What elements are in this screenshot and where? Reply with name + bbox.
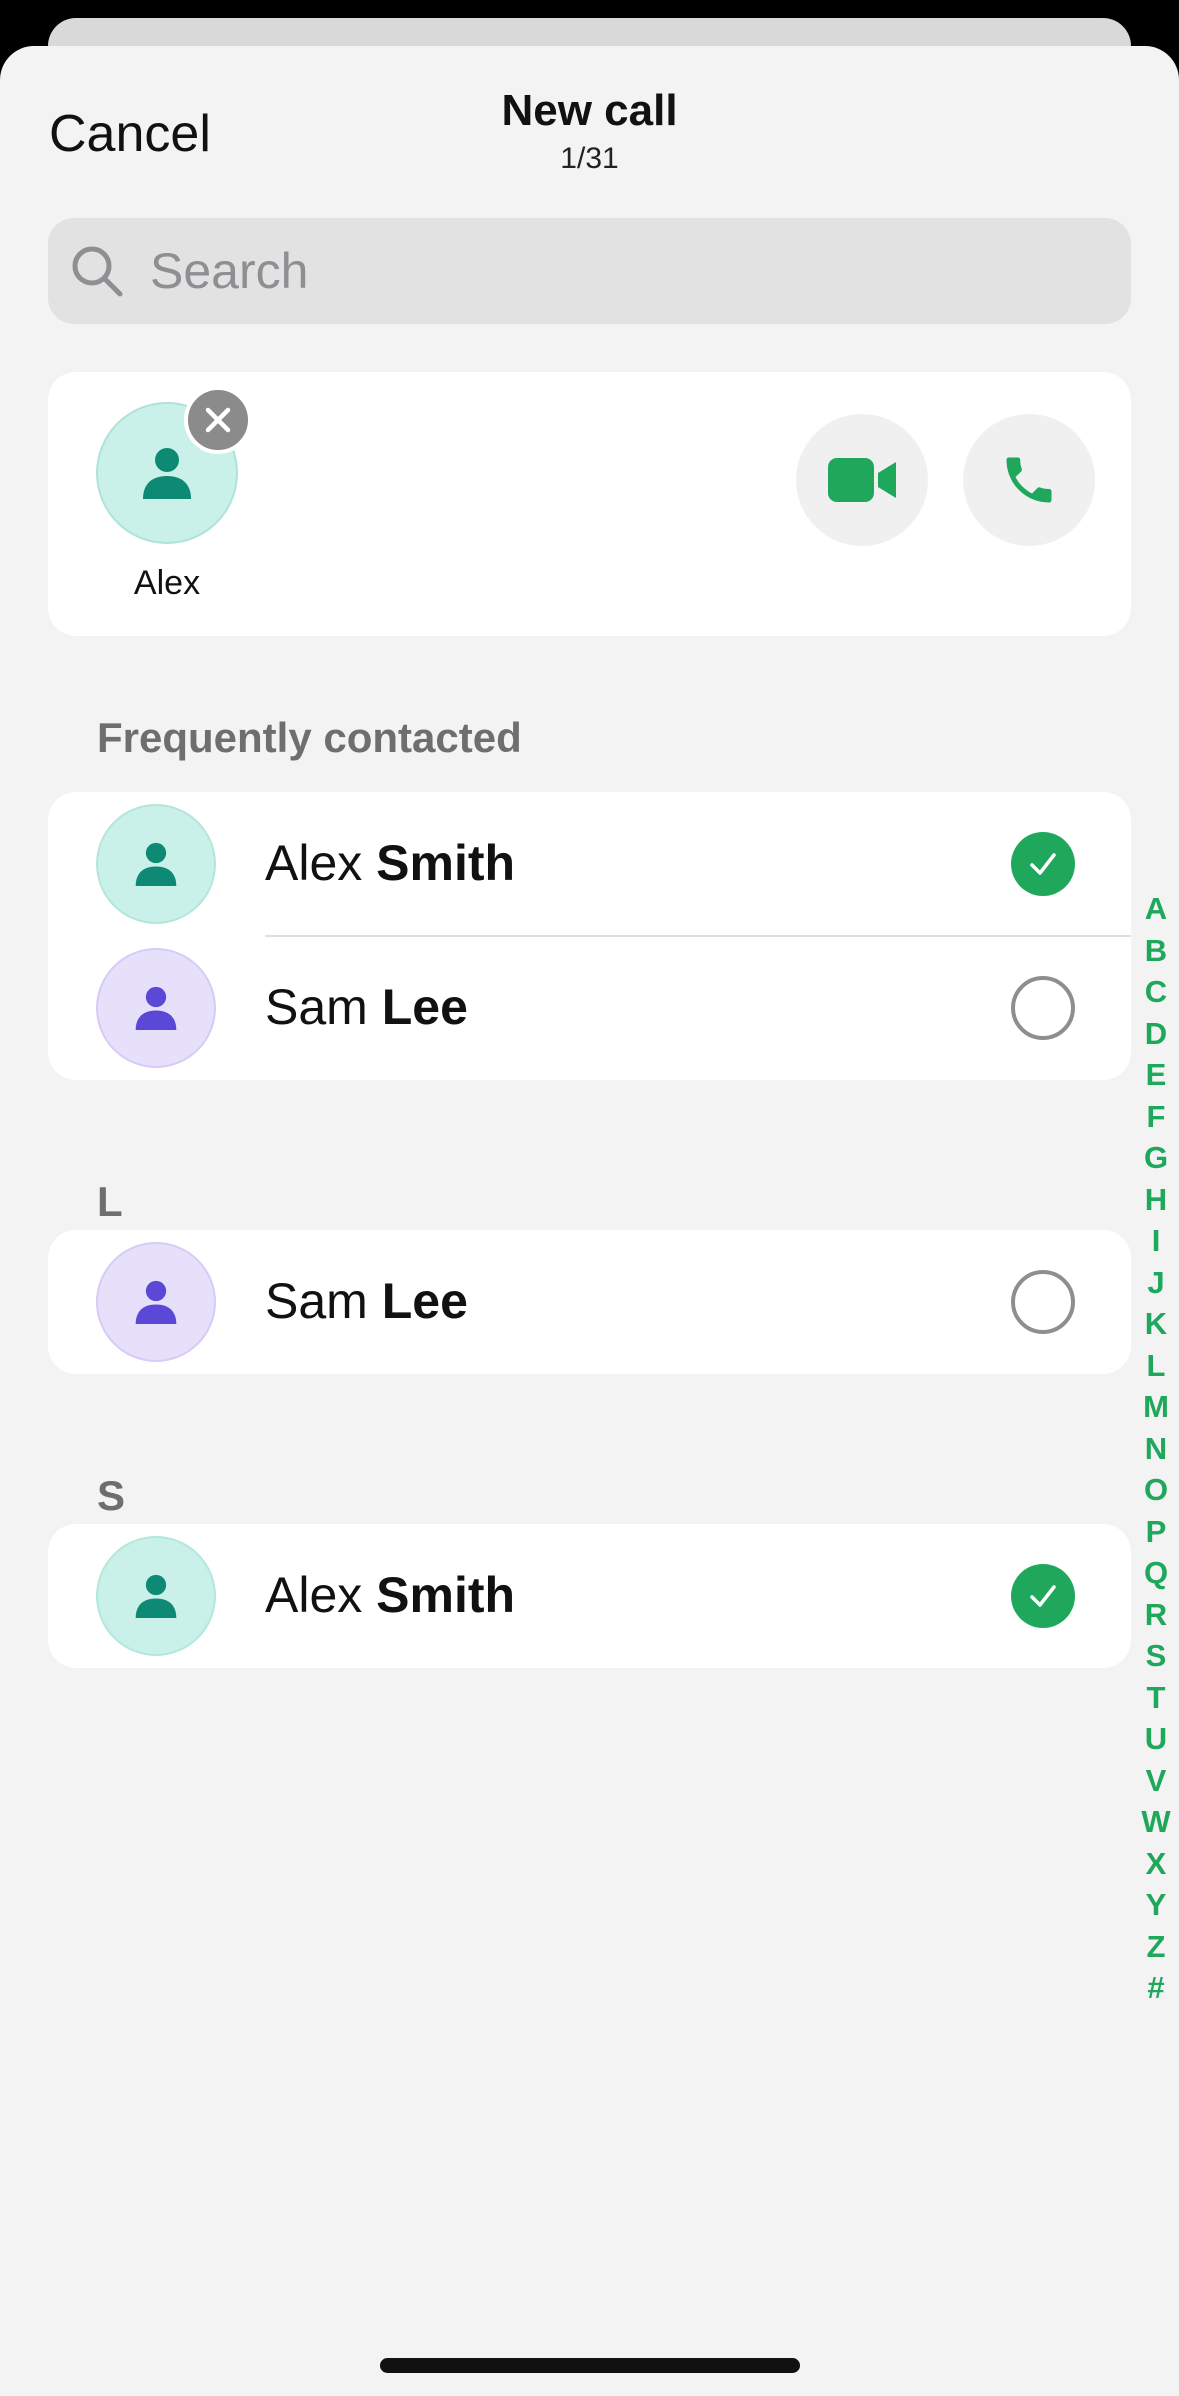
index-letter-j[interactable]: J (1136, 1262, 1176, 1304)
section-header-s: S (97, 1472, 126, 1519)
contact-row[interactable]: Sam Lee (48, 1230, 1131, 1374)
selected-checkbox[interactable] (1011, 832, 1075, 896)
index-letter-q[interactable]: Q (1136, 1552, 1176, 1594)
alphabet-index[interactable]: A B C D E F G H I J K L M N O P Q R S T … (1136, 888, 1176, 2009)
home-indicator (380, 2358, 800, 2373)
avatar (96, 948, 216, 1068)
section-header-l: L (97, 1178, 123, 1225)
unselected-checkbox[interactable] (1011, 976, 1075, 1040)
person-icon (135, 986, 177, 1030)
index-letter-n[interactable]: N (1136, 1428, 1176, 1470)
index-letter-g[interactable]: G (1136, 1137, 1176, 1179)
index-letter-u[interactable]: U (1136, 1718, 1176, 1760)
search-icon (72, 246, 123, 297)
index-letter-t[interactable]: T (1136, 1677, 1176, 1719)
new-call-sheet: Cancel New call 1/31 Search Alex Frequen… (0, 46, 1179, 2396)
contact-name: Alex Smith (265, 1567, 516, 1623)
selection-count: 1/31 (560, 142, 619, 175)
index-letter-p[interactable]: P (1136, 1511, 1176, 1553)
index-letter-s[interactable]: S (1136, 1635, 1176, 1677)
avatar (96, 1242, 216, 1362)
index-letter-r[interactable]: R (1136, 1594, 1176, 1636)
section-header-frequently-contacted: Frequently contacted (97, 714, 522, 761)
checkmark-icon (1030, 1585, 1056, 1607)
contact-name: Alex Smith (265, 835, 516, 891)
selected-participant-name: Alex (133, 564, 201, 602)
index-letter-hash[interactable]: # (1136, 1967, 1176, 2009)
video-camera-icon (828, 458, 896, 502)
index-letter-o[interactable]: O (1136, 1469, 1176, 1511)
voice-call-button[interactable] (963, 414, 1095, 546)
index-letter-y[interactable]: Y (1136, 1884, 1176, 1926)
index-letter-x[interactable]: X (1136, 1843, 1176, 1885)
index-letter-m[interactable]: M (1136, 1386, 1176, 1428)
contact-row[interactable]: Sam Lee (48, 936, 1131, 1080)
person-icon (135, 1574, 177, 1618)
index-letter-v[interactable]: V (1136, 1760, 1176, 1802)
index-letter-i[interactable]: I (1136, 1220, 1176, 1262)
index-letter-d[interactable]: D (1136, 1013, 1176, 1055)
avatar (96, 1536, 216, 1656)
section-l-list: Sam Lee (48, 1230, 1131, 1374)
unselected-checkbox[interactable] (1011, 1270, 1075, 1334)
person-icon (143, 448, 191, 499)
selected-participants-card: Alex (48, 372, 1131, 636)
avatar (96, 804, 216, 924)
page-title: New call (501, 86, 678, 135)
person-icon (135, 842, 177, 886)
person-icon (135, 1280, 177, 1324)
checkmark-icon (1030, 853, 1056, 875)
contact-name: Sam Lee (265, 1273, 468, 1329)
index-letter-e[interactable]: E (1136, 1054, 1176, 1096)
screen: Cancel New call 1/31 Search Alex Frequen… (0, 0, 1179, 2396)
index-letter-z[interactable]: Z (1136, 1926, 1176, 1968)
index-letter-b[interactable]: B (1136, 930, 1176, 972)
remove-participant-button[interactable] (184, 386, 252, 454)
index-letter-c[interactable]: C (1136, 971, 1176, 1013)
index-letter-l[interactable]: L (1136, 1345, 1176, 1387)
contact-row[interactable]: Alex Smith (48, 792, 1131, 937)
index-letter-k[interactable]: K (1136, 1303, 1176, 1345)
phone-icon (1006, 457, 1052, 503)
close-icon (205, 407, 231, 433)
selected-checkbox[interactable] (1011, 1564, 1075, 1628)
index-letter-f[interactable]: F (1136, 1096, 1176, 1138)
index-letter-h[interactable]: H (1136, 1179, 1176, 1221)
video-call-button[interactable] (796, 414, 928, 546)
search-bar[interactable] (48, 218, 1131, 324)
contact-row[interactable]: Alex Smith (48, 1524, 1131, 1668)
search-input[interactable] (148, 241, 1052, 301)
frequently-contacted-list: Alex Smith Sam Lee (48, 792, 1131, 1080)
contact-name: Sam Lee (265, 979, 468, 1035)
index-letter-w[interactable]: W (1136, 1801, 1176, 1843)
index-letter-a[interactable]: A (1136, 888, 1176, 930)
section-s-list: Alex Smith (48, 1524, 1131, 1668)
